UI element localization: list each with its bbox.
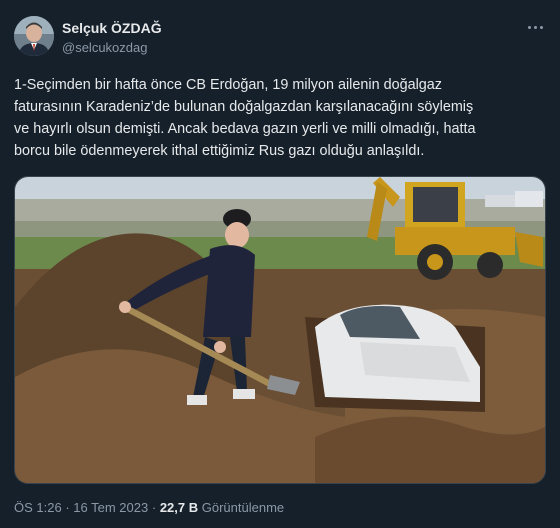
tweet-line: 1-Seçimden bir hafta önce CB Erdoğan, 19… [14,77,442,93]
tweet: Selçuk ÖZDAĞ @selcukozdag 1-Seçimden bir… [0,0,560,528]
meta-separator: · [65,500,70,515]
avatar-image [14,16,54,56]
tweet-line: ve hayırlı olsun demişti. Ancak bedava g… [14,121,476,137]
author-name[interactable]: Selçuk ÖZDAĞ [62,20,162,36]
author-handle[interactable]: @selcukozdag [62,40,147,55]
tweet-media-video[interactable] [14,176,546,484]
video-frame [15,177,545,483]
tweet-time[interactable]: ÖS 1:26 [14,500,62,515]
tweet-line: faturasının Karadeniz’de bulunan doğalga… [14,99,474,115]
avatar[interactable] [14,16,54,56]
tweet-meta: ÖS 1:26 · 16 Tem 2023 · 22,7 B Görüntüle… [14,500,284,515]
tweet-line: borcu bile ödenmeyerek ithal ettiğimiz R… [14,143,425,159]
tweet-date[interactable]: 16 Tem 2023 [73,500,148,515]
tweet-text: 1-Seçimden bir hafta önce CB Erdoğan, 19… [14,74,546,162]
views-count: 22,7 B [159,500,199,515]
views-label: Görüntülenme [201,500,285,515]
meta-separator: · [151,500,157,515]
more-icon[interactable] [524,20,546,34]
